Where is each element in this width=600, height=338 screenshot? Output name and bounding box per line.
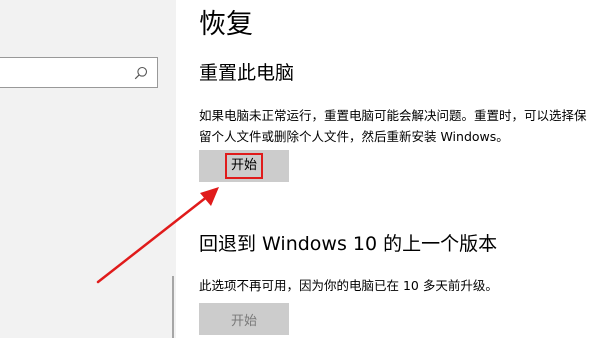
reset-pc-description: 如果电脑未正常运行，重置电脑可能会解决问题。重置时，可以选择保留个人文件或删除个…: [199, 108, 587, 144]
rollback-start-button-label: 开始: [230, 313, 257, 329]
rollback-title: 回退到 Windows 10 的上一个版本: [199, 233, 498, 255]
sidebar: [0, 0, 176, 338]
rollback-description: 此选项不再可用，因为你的电脑已在 10 多天前升级。: [199, 278, 498, 293]
rollback-start-button: 开始: [199, 303, 289, 335]
sidebar-scrollbar[interactable]: [172, 276, 174, 338]
search-icon[interactable]: [134, 66, 148, 80]
reset-pc-title: 重置此电脑: [199, 62, 295, 84]
page-title: 恢复: [199, 9, 253, 40]
search-input[interactable]: [0, 57, 158, 88]
reset-start-button[interactable]: 开始: [199, 150, 289, 182]
reset-start-button-label: 开始: [224, 153, 263, 179]
